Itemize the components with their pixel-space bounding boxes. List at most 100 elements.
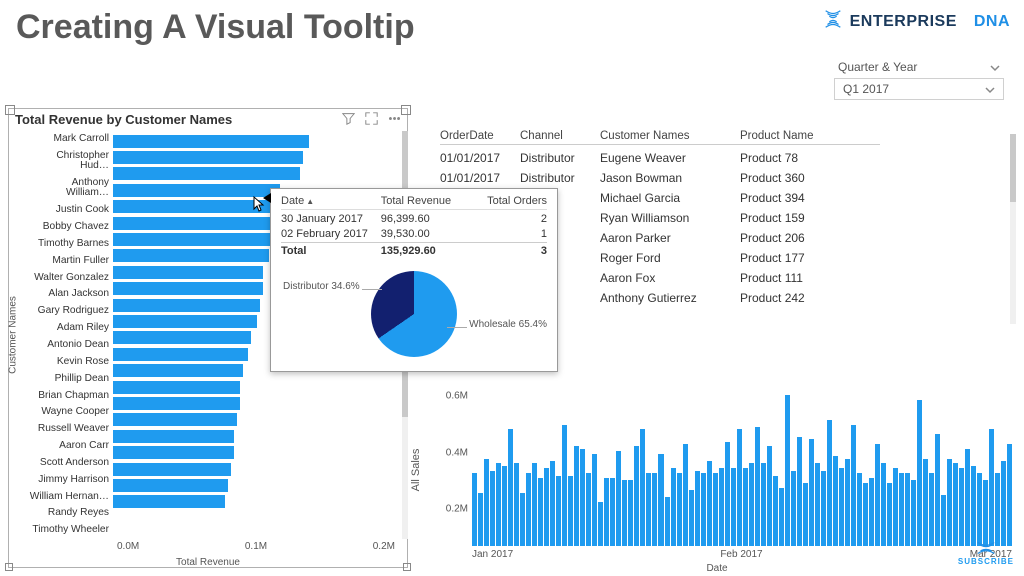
column-bar[interactable] (532, 463, 537, 546)
column-bar[interactable] (917, 400, 922, 546)
column-bar[interactable] (622, 480, 627, 546)
column-bar[interactable] (640, 429, 645, 546)
column-bar[interactable] (833, 456, 838, 546)
table-row[interactable]: 01/01/2017DistributorJason BowmanProduct… (440, 168, 880, 188)
slicer-quarter-year[interactable]: Quarter & Year Q1 2017 (834, 58, 1004, 100)
slicer-dropdown[interactable]: Q1 2017 (834, 78, 1004, 100)
column-bar[interactable] (821, 471, 826, 546)
column-bar[interactable] (598, 502, 603, 546)
column-bar[interactable] (683, 444, 688, 546)
bar-row[interactable] (113, 444, 401, 460)
column-bar[interactable] (911, 480, 916, 546)
column-bar[interactable] (490, 471, 495, 546)
col-customer[interactable]: Customer Names (600, 130, 740, 142)
column-bar[interactable] (604, 478, 609, 546)
column-bar[interactable] (953, 463, 958, 546)
column-bar[interactable] (881, 463, 886, 546)
column-bar[interactable] (634, 446, 639, 546)
column-bar[interactable] (749, 463, 754, 546)
column-bar[interactable] (556, 476, 561, 546)
column-bar[interactable] (671, 468, 676, 546)
bar-row[interactable] (113, 133, 401, 149)
column-bar[interactable] (568, 476, 573, 546)
column-bar[interactable] (869, 478, 874, 546)
bar-row[interactable] (113, 149, 401, 165)
col-product[interactable]: Product Name (740, 130, 860, 142)
column-bar[interactable] (923, 459, 928, 546)
column-bar[interactable] (995, 473, 1000, 546)
column-bar[interactable] (514, 463, 519, 546)
column-bar[interactable] (797, 437, 802, 546)
column-bar[interactable] (592, 454, 597, 546)
column-bar[interactable] (1001, 461, 1006, 546)
table-scrollbar[interactable] (1010, 134, 1016, 324)
column-bar[interactable] (508, 429, 513, 546)
column-bar[interactable] (707, 461, 712, 546)
column-bar[interactable] (550, 461, 555, 546)
bar-row[interactable] (113, 428, 401, 444)
column-bar[interactable] (827, 420, 832, 546)
bar-row[interactable] (113, 379, 401, 395)
subscribe-badge[interactable]: SUBSCRIBE (958, 540, 1014, 566)
column-bar[interactable] (665, 497, 670, 546)
column-bar[interactable] (526, 473, 531, 546)
table-row[interactable]: 01/01/2017DistributorEugene WeaverProduc… (440, 148, 880, 168)
column-bar[interactable] (538, 478, 543, 546)
column-bar[interactable] (677, 473, 682, 546)
column-bar[interactable] (652, 473, 657, 546)
column-bar[interactable] (983, 480, 988, 546)
column-bar[interactable] (947, 459, 952, 546)
column-bar[interactable] (887, 483, 892, 546)
column-bar[interactable] (965, 449, 970, 546)
column-bar[interactable] (803, 483, 808, 546)
filter-icon[interactable] (342, 112, 355, 130)
column-bar[interactable] (767, 446, 772, 546)
column-bar[interactable] (616, 451, 621, 546)
column-bar[interactable] (893, 468, 898, 546)
column-bar[interactable] (905, 473, 910, 546)
column-bar[interactable] (773, 476, 778, 546)
column-bar[interactable] (971, 466, 976, 546)
col-channel[interactable]: Channel (520, 130, 600, 142)
bar-row[interactable] (113, 166, 401, 182)
column-bar[interactable] (580, 449, 585, 546)
column-bar[interactable] (658, 454, 663, 546)
column-bar[interactable] (899, 473, 904, 546)
column-bar[interactable] (478, 493, 483, 546)
column-bar[interactable] (863, 483, 868, 546)
column-bar[interactable] (809, 439, 814, 546)
column-bar[interactable] (695, 471, 700, 546)
column-bar[interactable] (977, 473, 982, 546)
column-bar[interactable] (496, 463, 501, 546)
column-bar[interactable] (731, 468, 736, 546)
column-bar[interactable] (713, 473, 718, 546)
column-bar[interactable] (646, 473, 651, 546)
column-bar[interactable] (544, 468, 549, 546)
column-bar[interactable] (743, 468, 748, 546)
column-bar[interactable] (755, 427, 760, 546)
column-bar[interactable] (472, 473, 477, 546)
column-bar[interactable] (628, 480, 633, 546)
column-bar[interactable] (520, 493, 525, 546)
column-bar[interactable] (845, 459, 850, 546)
col-orderdate[interactable]: OrderDate (440, 130, 520, 142)
column-bar[interactable] (502, 466, 507, 546)
column-bar[interactable] (929, 473, 934, 546)
more-options-icon[interactable] (388, 112, 401, 130)
column-bar[interactable] (719, 468, 724, 546)
column-bar[interactable] (857, 473, 862, 546)
column-bar[interactable] (875, 444, 880, 546)
column-bar[interactable] (791, 471, 796, 546)
column-bar[interactable] (725, 442, 730, 546)
column-bar[interactable] (839, 468, 844, 546)
column-bar[interactable] (1007, 444, 1012, 546)
column-bar[interactable] (484, 459, 489, 546)
column-bar[interactable] (574, 446, 579, 546)
column-bar[interactable] (761, 463, 766, 546)
column-bar[interactable] (737, 429, 742, 546)
column-bar[interactable] (701, 473, 706, 546)
bar-row[interactable] (113, 494, 401, 510)
column-bar[interactable] (935, 434, 940, 546)
column-bar[interactable] (815, 463, 820, 546)
column-bar[interactable] (779, 488, 784, 546)
